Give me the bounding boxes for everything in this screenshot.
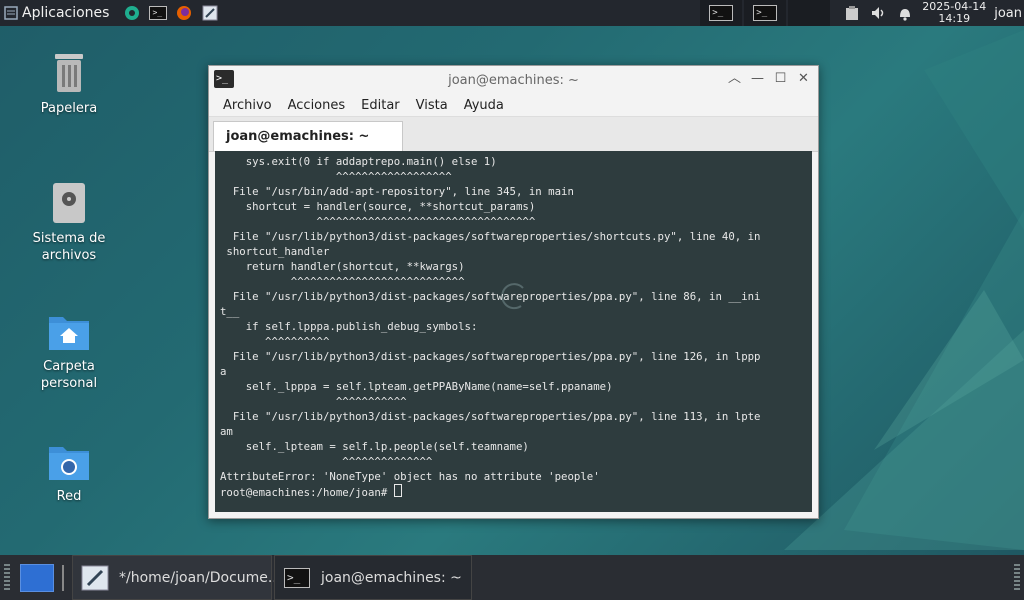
applications-menu-label: Aplicaciones	[22, 5, 110, 21]
close-button[interactable]: ✕	[795, 70, 812, 88]
terminal-prompt-line: root@emachines:/home/joan#	[220, 484, 761, 500]
terminal-line: a	[220, 365, 227, 378]
hard-drive-icon	[53, 183, 85, 223]
top-task-empty[interactable]	[788, 0, 831, 26]
top-panel: Aplicaciones >_ >_ >_ 2025-04-14 14:19 j…	[0, 0, 1024, 26]
settings-manager-icon	[125, 6, 140, 20]
terminal-line: sys.exit(0 if addaptrepo.main() else 1)	[220, 155, 497, 168]
window-titlebar[interactable]: >_ joan@emachines: ~ ︿ — ☐ ✕	[209, 66, 818, 94]
terminal-icon: >_	[709, 5, 734, 21]
menu-archivo[interactable]: Archivo	[223, 98, 272, 113]
system-tray	[844, 0, 914, 26]
home-folder-icon	[49, 317, 89, 350]
show-desktop-button[interactable]	[20, 563, 54, 592]
minimize-button[interactable]: —	[749, 70, 766, 88]
desktop-icon-label: Papelera	[40, 101, 98, 116]
volume-icon[interactable]	[870, 5, 888, 21]
terminal-line: ^^^^^^^^^^^^^^^^^^	[220, 170, 452, 183]
top-task-terminal-1[interactable]: >_	[700, 0, 743, 26]
terminal-window: >_ joan@emachines: ~ ︿ — ☐ ✕ Archivo Acc…	[208, 65, 819, 519]
launcher-firefox[interactable]	[173, 2, 195, 24]
menu-bar: Archivo Acciones Editar Vista Ayuda	[209, 94, 818, 117]
terminal-line: shortcut = handler(source, **shortcut_pa…	[220, 200, 536, 213]
launcher-terminal[interactable]: >_	[147, 2, 169, 24]
firefox-icon	[177, 6, 192, 20]
terminal-line: t__	[220, 305, 240, 318]
terminal-line: ^^^^^^^^^^^^^^^^^^^^^^^^^^^	[220, 275, 465, 288]
applications-menu-icon	[4, 6, 18, 20]
top-task-terminal-2[interactable]: >_	[744, 0, 787, 26]
panel-separator	[62, 564, 64, 591]
terminal-line: self._lpteam = self.lp.people(self.teamn…	[220, 440, 529, 453]
trash-icon	[55, 54, 83, 92]
panel-grip[interactable]	[4, 563, 10, 592]
notification-bell-icon[interactable]	[896, 5, 914, 21]
maximize-button[interactable]: ☐	[772, 70, 789, 88]
terminal-icon: >_	[753, 5, 778, 21]
task-terminal[interactable]: >_ joan@emachines: ~	[274, 555, 472, 600]
terminal-line: ^^^^^^^^^^^	[220, 395, 407, 408]
desktop-icon-network[interactable]: Red	[14, 442, 124, 505]
applications-menu-button[interactable]: Aplicaciones	[0, 0, 113, 26]
menu-acciones[interactable]: Acciones	[288, 98, 346, 113]
panel-grip-right[interactable]	[1014, 563, 1020, 592]
terminal-line: ^^^^^^^^^^^^^^^^^^^^^^^^^^^^^^^^^^	[220, 215, 536, 228]
text-editor-icon	[202, 5, 218, 21]
clock-time: 14:19	[938, 12, 971, 25]
terminal-line: return handler(shortcut, **kwargs)	[220, 260, 465, 273]
terminal-output[interactable]: sys.exit(0 if addaptrepo.main() else 1) …	[215, 151, 812, 512]
terminal-line: AttributeError: 'NoneType' object has no…	[220, 470, 600, 483]
tab-bar: joan@emachines: ~	[209, 117, 818, 152]
launcher-settings[interactable]	[121, 2, 143, 24]
desktop-icon-filesystem[interactable]: Sistema de archivos	[14, 182, 124, 264]
terminal-line: ^^^^^^^^^^	[220, 335, 330, 348]
task-label: joan@emachines: ~	[321, 569, 462, 586]
launcher-text-editor[interactable]	[199, 2, 221, 24]
tab-terminal[interactable]: joan@emachines: ~	[213, 121, 403, 151]
desktop-icon-home[interactable]: Carpeta personal	[14, 312, 124, 392]
terminal-line: self._lpppa = self.lpteam.getPPAByName(n…	[220, 380, 613, 393]
task-text-editor[interactable]: */home/joan/Docume...	[72, 555, 281, 600]
clock[interactable]: 2025-04-14 14:19	[922, 1, 986, 25]
terminal-line: shortcut_handler	[220, 245, 330, 258]
menu-ayuda[interactable]: Ayuda	[464, 98, 504, 113]
network-folder-icon	[49, 447, 89, 480]
terminal-line: am	[220, 425, 233, 438]
desktop-icon-trash[interactable]: Papelera	[14, 52, 124, 117]
desktop-icon-label: Red	[56, 489, 82, 504]
terminal-line: File "/usr/lib/python3/dist-packages/sof…	[220, 350, 761, 363]
user-menu[interactable]: joan	[994, 6, 1022, 21]
terminal-icon: >_	[284, 567, 310, 588]
roll-up-button[interactable]: ︿	[726, 70, 743, 88]
desktop-icon-label: Sistema de archivos	[32, 231, 106, 263]
terminal-line: File "/usr/bin/add-apt-repository", line…	[220, 185, 574, 198]
terminal-icon: >_	[149, 6, 168, 20]
terminal-cursor	[393, 484, 402, 497]
terminal-prompt: root@emachines:/home/joan#	[220, 486, 394, 499]
terminal-line: if self.lpppa.publish_debug_symbols:	[220, 320, 478, 333]
task-label: */home/joan/Docume...	[119, 569, 282, 586]
clipboard-icon[interactable]	[844, 5, 862, 21]
menu-vista[interactable]: Vista	[416, 98, 448, 113]
terminal-line: File "/usr/lib/python3/dist-packages/sof…	[220, 230, 761, 243]
desktop-icon-label: Carpeta personal	[40, 359, 98, 391]
bottom-panel: */home/joan/Docume... >_ joan@emachines:…	[0, 555, 1024, 600]
terminal-line: File "/usr/lib/python3/dist-packages/sof…	[220, 290, 761, 303]
menu-editar[interactable]: Editar	[361, 98, 400, 113]
terminal-line: File "/usr/lib/python3/dist-packages/sof…	[220, 410, 761, 423]
terminal-icon: >_	[214, 70, 234, 88]
terminal-line: ^^^^^^^^^^^^^^	[220, 455, 433, 468]
text-editor-icon	[81, 565, 109, 590]
terminal-text: sys.exit(0 if addaptrepo.main() else 1) …	[220, 154, 761, 500]
